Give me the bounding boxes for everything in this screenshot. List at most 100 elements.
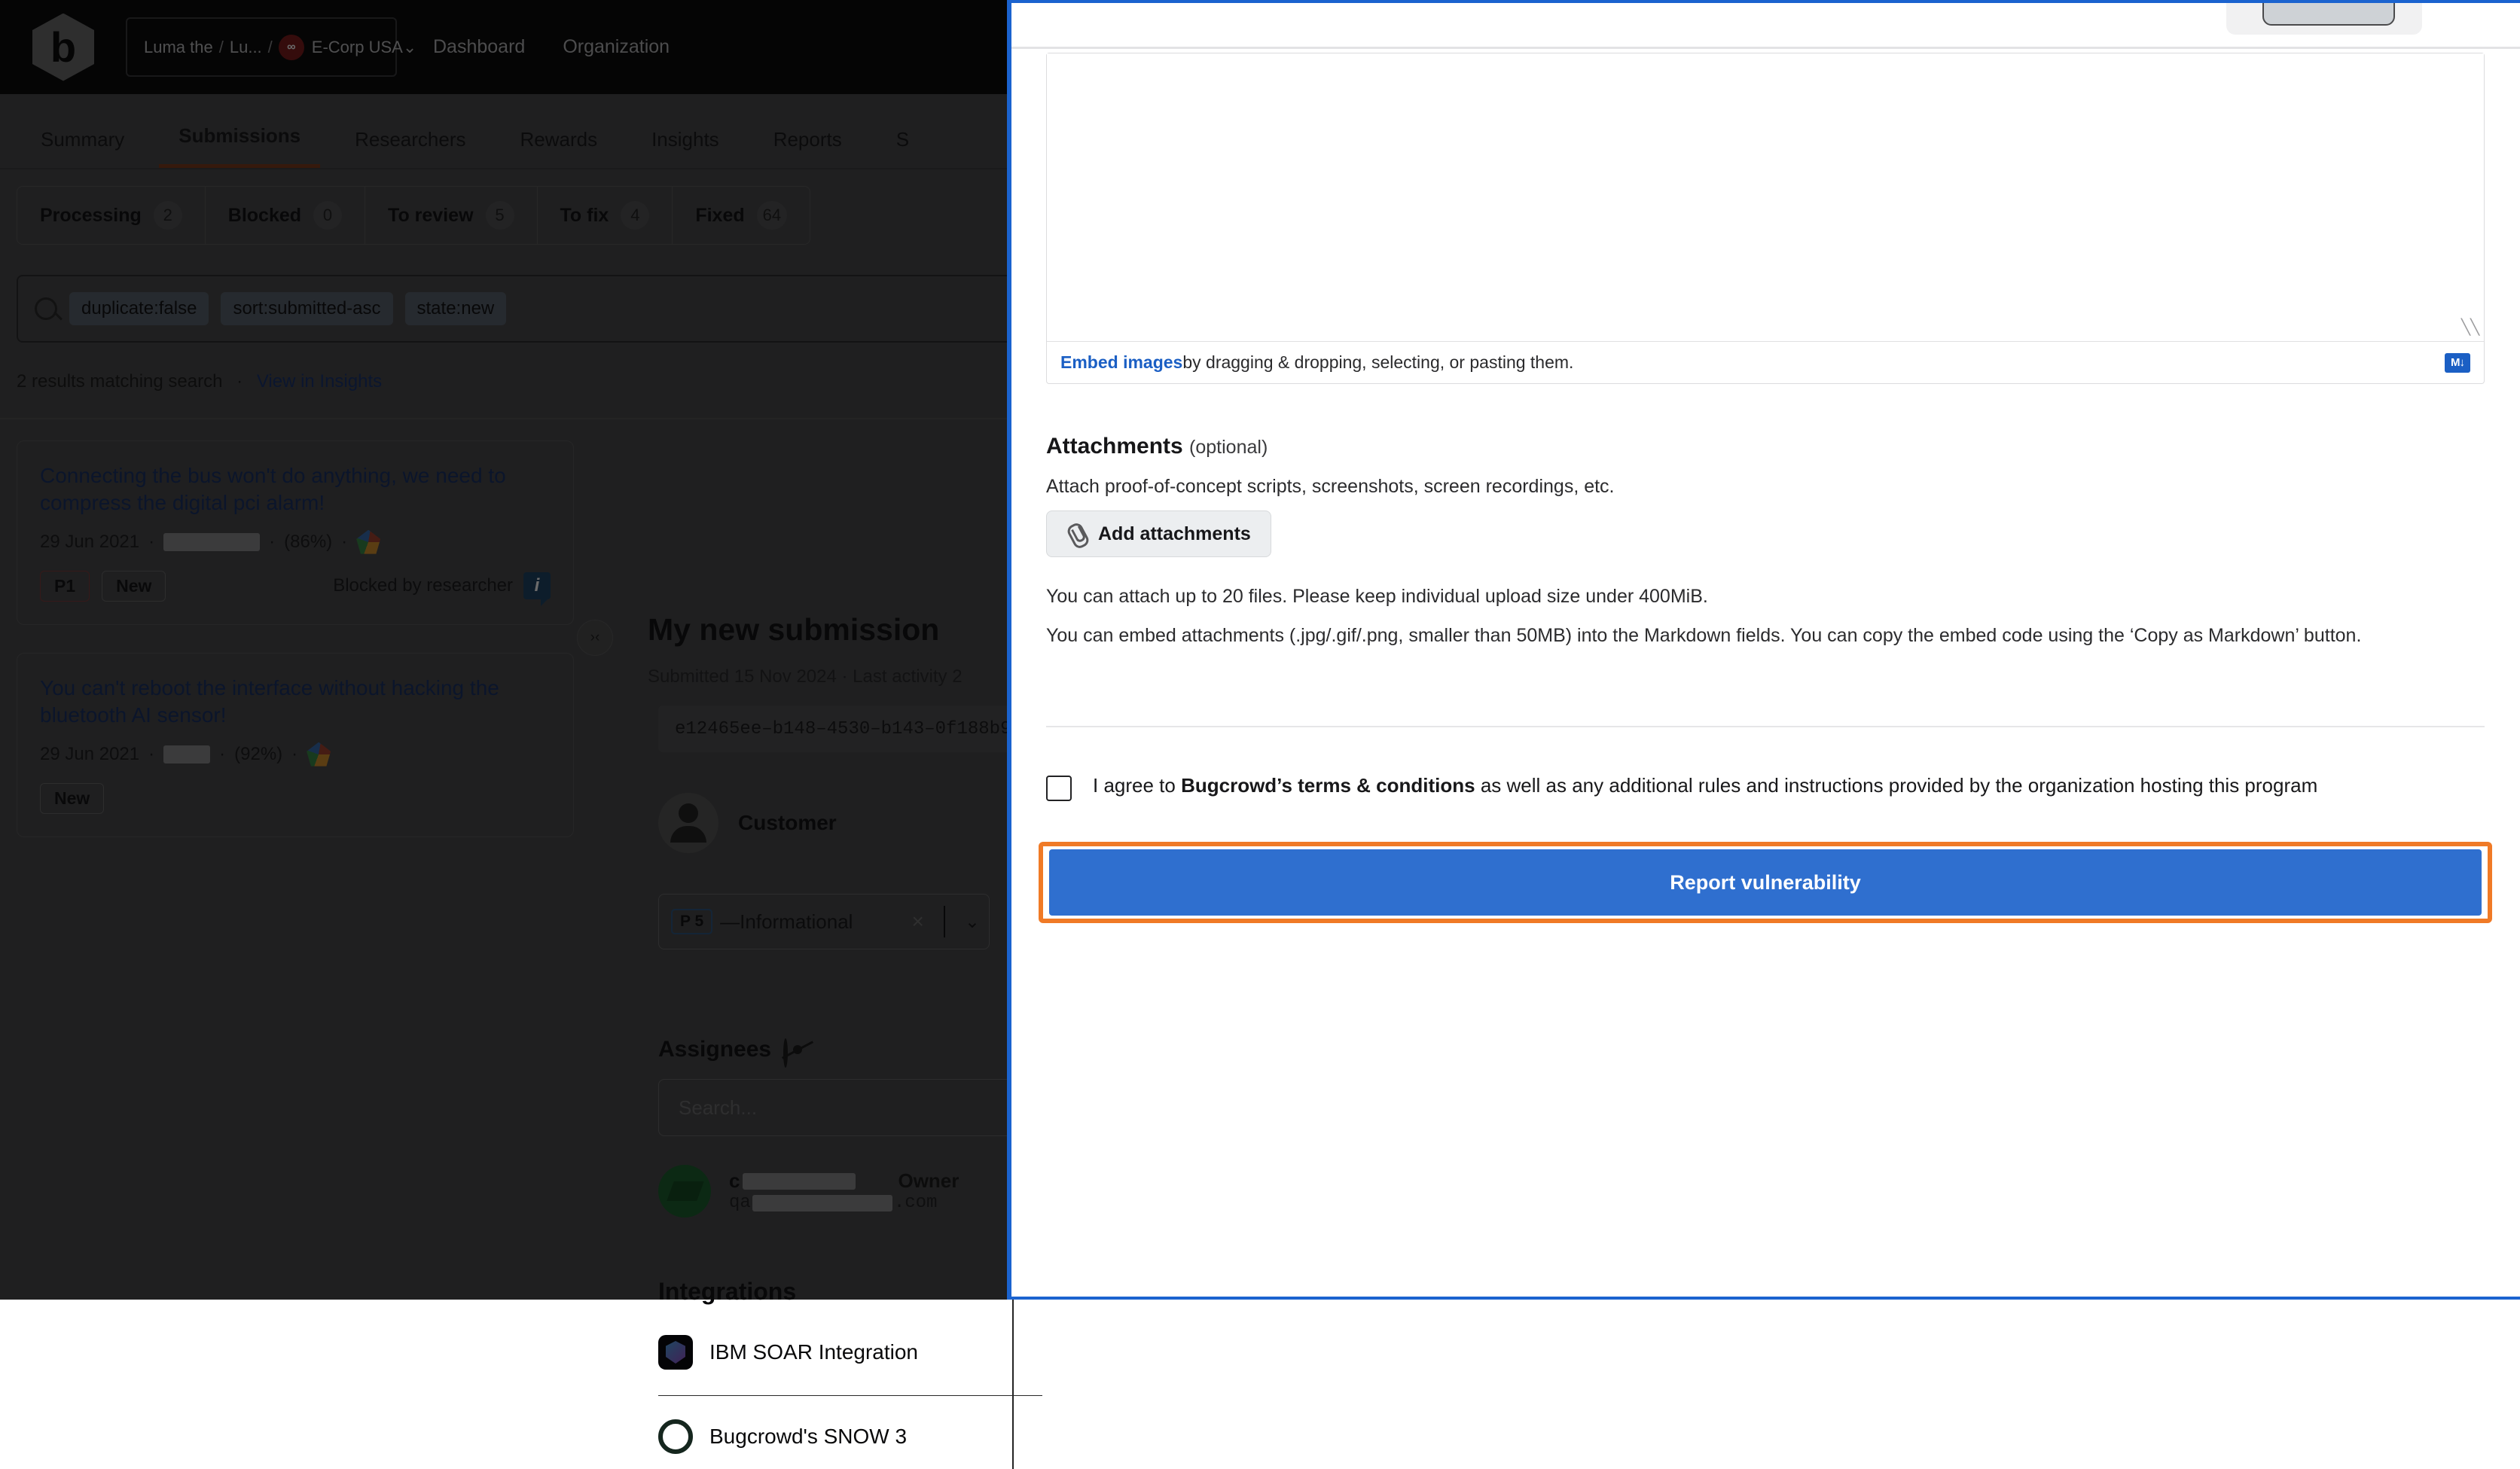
report-vulnerability-button[interactable]: Report vulnerability	[1049, 849, 2482, 916]
blocked-status: Blocked by researcher i	[333, 572, 551, 599]
collapse-panel-toggle[interactable]: ›‹	[577, 620, 613, 656]
search-token-sort[interactable]: sort:submitted-asc	[221, 292, 392, 325]
search-token-duplicate[interactable]: duplicate:false	[69, 292, 209, 325]
status-tab-blocked[interactable]: Blocked 0	[206, 187, 365, 244]
assignee-name: c Owner	[729, 1169, 959, 1193]
chevron-toggle-icon: ›‹	[590, 629, 600, 646]
status-tab-count: 4	[621, 201, 649, 230]
nav-link-organization[interactable]: Organization	[563, 36, 670, 58]
results-separator: ·	[236, 371, 243, 392]
state-badge: New	[102, 571, 166, 602]
embed-images-link[interactable]: Embed images	[1060, 352, 1182, 373]
submission-badges: New	[40, 783, 551, 814]
submission-meta: 29 Jun 2021 · · (92%) ·	[40, 742, 551, 767]
tab-rewards[interactable]: Rewards	[500, 128, 617, 168]
integrations-heading: Integrations	[658, 1278, 796, 1306]
top-nav-links: Dashboard Organization	[433, 36, 670, 58]
embed-images-hint: by dragging & dropping, selecting, or pa…	[1182, 352, 1573, 373]
chevron-down-icon[interactable]: ⌄	[403, 38, 416, 57]
submission-card[interactable]: You can't reboot the interface without h…	[17, 653, 574, 837]
blocked-label: Blocked by researcher	[333, 575, 513, 596]
assignee-search-input[interactable]: Search...	[658, 1079, 1050, 1136]
customer-label: Customer	[738, 811, 837, 835]
researcher-name-redacted	[163, 745, 210, 763]
tab-settings[interactable]: S	[877, 128, 929, 168]
chevron-down-icon[interactable]: ⌄	[965, 911, 980, 933]
submission-detail-pane: My new submission Submitted 15 Nov 2024 …	[648, 169, 1039, 1300]
terms-conditions-link[interactable]: Bugcrowd’s terms & conditions	[1181, 774, 1475, 797]
attachment-note-limit: You can attach up to 20 files. Please ke…	[1046, 583, 2462, 611]
markdown-editor-block: ╱╱ Embed images by dragging & dropping, …	[1046, 53, 2485, 384]
info-icon[interactable]: i	[523, 572, 551, 599]
avatar	[658, 1165, 711, 1218]
editor-footer: Embed images by dragging & dropping, sel…	[1047, 341, 2484, 383]
add-attachments-button[interactable]: Add attachments	[1046, 510, 1271, 557]
status-tab-processing[interactable]: Processing 2	[17, 187, 206, 244]
assignee-search-placeholder: Search...	[679, 1096, 757, 1120]
attachments-description: Attach proof-of-concept scripts, screens…	[1046, 476, 1615, 498]
eye-off-icon[interactable]	[783, 1041, 812, 1059]
breadcrumb-separator-1: /	[219, 38, 224, 57]
attachments-optional-label: (optional)	[1189, 437, 1268, 458]
assignee-list-item[interactable]: c Owner qa .com	[658, 1165, 959, 1218]
meta-dot: ·	[148, 532, 154, 553]
org-name: E-Corp USA	[312, 38, 403, 57]
assignee-name-redacted	[743, 1173, 856, 1190]
add-attachments-label: Add attachments	[1098, 523, 1251, 545]
nav-link-dashboard[interactable]: Dashboard	[433, 36, 525, 58]
submission-score: (92%)	[234, 744, 282, 765]
submission-uuid[interactable]: e12465ee–b148–4530–b143–0f188b92	[658, 706, 1065, 752]
page-title: My new submission	[648, 612, 939, 648]
integration-item-ibm-soar[interactable]: IBM SOAR Integration	[658, 1335, 1042, 1370]
submission-card[interactable]: Connecting the bus won't do anything, we…	[17, 440, 574, 625]
clear-priority-icon[interactable]: ×	[912, 910, 924, 934]
breadcrumb-separator-2: /	[268, 38, 273, 57]
submission-badges: P1 New Blocked by researcher i	[40, 571, 551, 602]
textarea-resize-handle[interactable]: ╱╱	[2461, 318, 2479, 337]
tab-submissions[interactable]: Submissions	[159, 124, 320, 168]
tab-reports[interactable]: Reports	[754, 128, 862, 168]
integration-item-snow[interactable]: Bugcrowd's SNOW 3	[658, 1419, 1042, 1454]
meta-dot: ·	[341, 532, 347, 553]
tab-researchers[interactable]: Researchers	[335, 128, 485, 168]
status-tab-label: To review	[388, 205, 473, 227]
select-divider	[944, 906, 945, 937]
terms-agreement-row[interactable]: I agree to Bugcrowd’s terms & conditions…	[1046, 771, 2485, 801]
terms-text: I agree to Bugcrowd’s terms & conditions…	[1093, 771, 2317, 800]
status-tab-count: 5	[486, 201, 514, 230]
submission-title-link[interactable]: You can't reboot the interface without h…	[40, 675, 551, 729]
submission-title-link[interactable]: Connecting the bus won't do anything, we…	[40, 462, 551, 517]
tab-summary[interactable]: Summary	[21, 128, 144, 168]
priority-badge: P1	[40, 571, 90, 602]
status-tab-to-review[interactable]: To review 5	[365, 187, 537, 244]
submission-score: (86%)	[284, 532, 332, 553]
view-in-insights-link[interactable]: View in Insights	[257, 371, 382, 392]
researcher-name-redacted	[163, 533, 260, 551]
partial-cutoff-button[interactable]	[2262, 0, 2395, 26]
researcher-rank-icon	[356, 530, 380, 554]
assignees-heading: Assignees	[658, 1037, 812, 1062]
markdown-icon[interactable]: M↓	[2445, 353, 2470, 373]
breadcrumb-segment-1: Luma the	[144, 38, 213, 57]
status-tab-count: 0	[313, 201, 342, 230]
results-count-text: 2 results matching search	[17, 371, 222, 392]
priority-badge: P 5	[671, 909, 712, 934]
tab-insights[interactable]: Insights	[632, 128, 739, 168]
assignee-email-redacted	[752, 1195, 892, 1211]
bugcrowd-logo-icon[interactable]: b	[32, 14, 94, 81]
submission-meta: 29 Jun 2021 · · (86%) ·	[40, 530, 551, 554]
submission-timestamps: Submitted 15 Nov 2024 · Last activity 2	[648, 666, 963, 687]
description-textarea[interactable]	[1047, 53, 2484, 343]
meta-dot: ·	[219, 744, 225, 765]
attachments-label: Attachments	[1046, 434, 1183, 459]
results-summary: 2 results matching search · View in Insi…	[17, 371, 382, 392]
assignee-role: Owner	[898, 1169, 959, 1193]
attachments-heading: Attachments (optional)	[1046, 434, 1268, 459]
modal-divider	[1046, 726, 2485, 727]
org-switcher[interactable]: Luma the / Lu... / ∞ E-Corp USA ⌄	[126, 17, 397, 77]
meta-dot: ·	[148, 744, 154, 765]
terms-checkbox[interactable]	[1046, 776, 1072, 801]
researcher-rank-icon	[307, 742, 331, 767]
priority-select[interactable]: P 5 —Informational × ⌄	[658, 894, 990, 949]
search-token-state[interactable]: state:new	[405, 292, 507, 325]
